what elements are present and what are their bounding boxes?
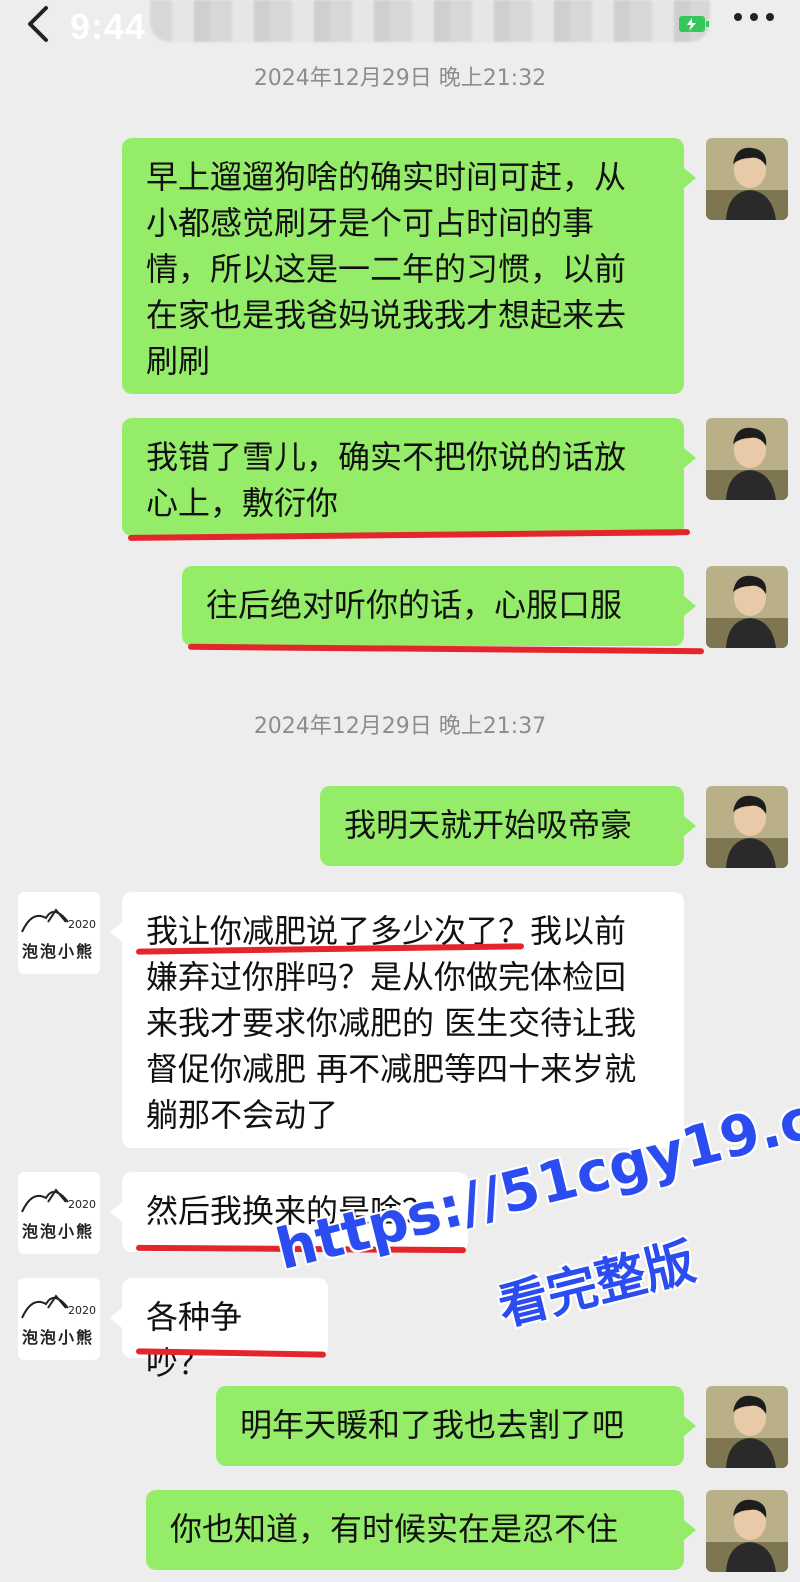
- bubble-tail: [684, 816, 696, 836]
- message-line: 我明天就开始吸帝豪: [344, 806, 633, 844]
- logo-year: 2020: [68, 1198, 96, 1211]
- logo-year: 2020: [68, 918, 96, 931]
- avatar-other[interactable]: 2020 泡泡小熊: [18, 1172, 100, 1254]
- message-bubble-outgoing[interactable]: 往后绝对听你的话，心服口服: [182, 566, 684, 646]
- top-bar: 9:44: [0, 0, 800, 50]
- message-line: 刷刷: [146, 342, 211, 380]
- logo-text: 泡泡小熊: [22, 1328, 95, 1347]
- message-line: 情，所以这是一二年的习惯，以前: [146, 250, 627, 288]
- user-avatar-icon: [706, 786, 788, 868]
- message-bubble-outgoing[interactable]: 早上遛遛狗啥的确实时间可赶，从 小都感觉刷牙是个可占时间的事 情，所以这是一二年…: [122, 138, 684, 394]
- message-bubble-outgoing[interactable]: 明年天暖和了我也去割了吧: [216, 1386, 684, 1466]
- blurred-contact-name: [150, 0, 710, 42]
- bubble-tail: [110, 922, 122, 942]
- avatar-me[interactable]: [706, 786, 788, 868]
- message-line: 你也知道，有时候实在是忍不住: [170, 1510, 619, 1548]
- battery-icon: [679, 16, 709, 32]
- user-avatar-icon: [706, 566, 788, 648]
- avatar-other[interactable]: 2020 泡泡小熊: [18, 1278, 100, 1360]
- message-line: 在家也是我爸妈说我我才想起来去: [146, 296, 627, 334]
- more-dots-icon[interactable]: [732, 12, 776, 22]
- message-bubble-incoming[interactable]: 各种争吵？: [122, 1278, 328, 1382]
- avatar-me[interactable]: [706, 1386, 788, 1468]
- user-avatar-icon: [706, 418, 788, 500]
- message-line: 我错了雪儿，确实不把你说的话放: [146, 438, 627, 476]
- chat-timestamp: 2024年12月29日 晚上21:37: [253, 714, 547, 739]
- message-bubble-outgoing[interactable]: 我明天就开始吸帝豪: [320, 786, 684, 866]
- message-bubble-incoming[interactable]: 然后我换来的是啥？: [122, 1172, 468, 1252]
- bubble-tail: [684, 1520, 696, 1540]
- message-line: 明年天暖和了我也去割了吧: [240, 1406, 625, 1444]
- bubble-tail: [110, 1308, 122, 1328]
- message-line: 督促你减肥 再不减肥等四十来岁就: [146, 1050, 637, 1088]
- message-line: 各种争吵？: [146, 1298, 243, 1382]
- bubble-tail: [684, 448, 696, 468]
- user-avatar-icon: [706, 138, 788, 220]
- bubble-tail: [684, 168, 696, 188]
- chat-timestamp: 2024年12月29日 晚上21:32: [253, 66, 547, 91]
- avatar-me[interactable]: [706, 1490, 788, 1572]
- message-bubble-incoming[interactable]: 我让你减肥说了多少次了？我以前 嫌弃过你胖吗？是从你做完体检回 来我才要求你减肥…: [122, 892, 684, 1148]
- logo-text: 泡泡小熊: [22, 1222, 95, 1241]
- message-line: 小都感觉刷牙是个可占时间的事: [146, 204, 595, 242]
- message-bubble-outgoing[interactable]: 你也知道，有时候实在是忍不住: [146, 1490, 684, 1570]
- message-line: 来我才要求你减肥的 医生交待让我: [146, 1004, 637, 1042]
- message-line: 嫌弃过你胖吗？是从你做完体检回: [146, 958, 627, 996]
- message-line: 心上，敷衍你: [146, 484, 339, 522]
- avatar-other[interactable]: 2020 泡泡小熊: [18, 892, 100, 974]
- bubble-tail: [684, 1416, 696, 1436]
- message-line: 往后绝对听你的话，心服口服: [206, 586, 623, 624]
- message-line: 然后我换来的是啥？: [146, 1192, 435, 1230]
- message-bubble-outgoing[interactable]: 我错了雪儿，确实不把你说的话放 心上，敷衍你: [122, 418, 684, 536]
- message-line: 躺那不会动了: [146, 1096, 339, 1134]
- avatar-me[interactable]: [706, 418, 788, 500]
- logo-text: 泡泡小熊: [22, 942, 95, 961]
- avatar-me[interactable]: [706, 566, 788, 648]
- chevron-left-icon[interactable]: [22, 4, 56, 44]
- user-avatar-icon: [706, 1386, 788, 1468]
- status-time: 9:44: [70, 6, 147, 47]
- user-avatar-icon: [706, 1490, 788, 1572]
- avatar-me[interactable]: [706, 138, 788, 220]
- message-line: 早上遛遛狗啥的确实时间可赶，从: [146, 158, 627, 196]
- watermark-cta: 看完整版: [492, 1232, 701, 1337]
- bubble-tail: [110, 1202, 122, 1222]
- bubble-tail: [684, 596, 696, 616]
- logo-year: 2020: [68, 1304, 96, 1317]
